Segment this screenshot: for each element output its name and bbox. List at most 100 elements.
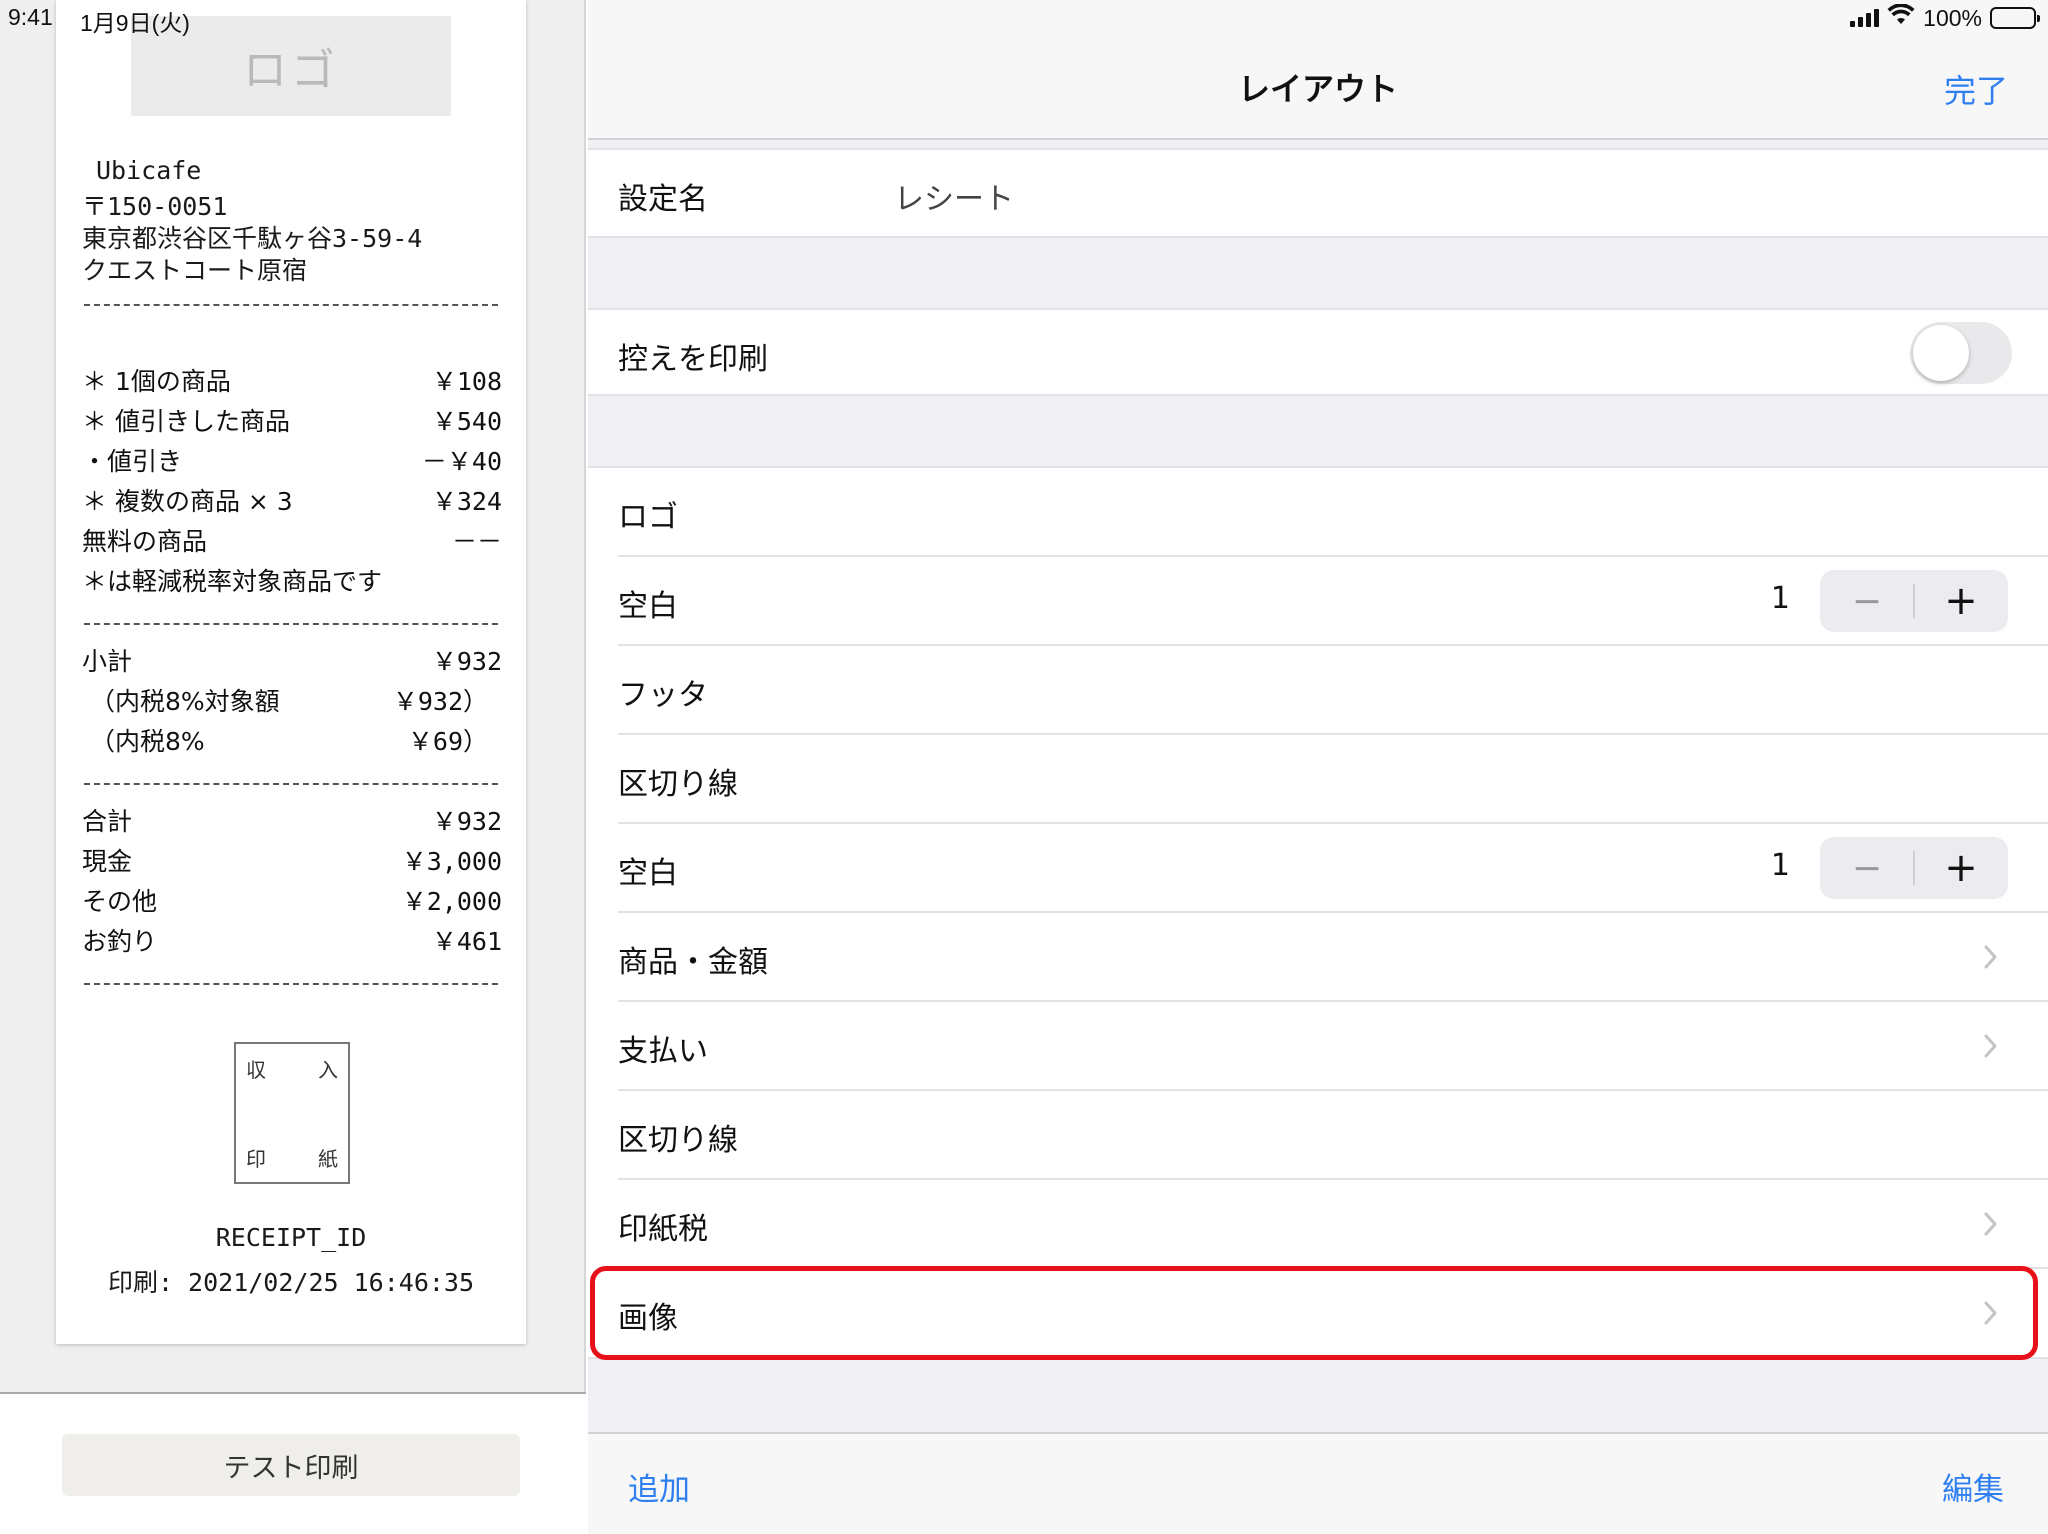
battery-percent: 100% xyxy=(1923,4,1982,31)
receipt-total-value: ￥932 xyxy=(431,807,502,836)
receipt-item-label: ＊ 1個の商品 xyxy=(82,367,231,396)
receipt-item-value: －￥40 xyxy=(421,447,502,476)
layout-row-divider[interactable]: 区切り線 xyxy=(588,1091,2048,1180)
preview-footer: テスト印刷 xyxy=(0,1392,586,1534)
page-title: レイアウト xyxy=(1237,70,1398,108)
receipt-subtotal-row: 小計 ￥932 xyxy=(82,642,502,676)
section-separator xyxy=(588,236,2048,238)
receipt-subtotal-label: （内税8% xyxy=(90,727,205,756)
receipt-subtotal-value: ￥932 xyxy=(431,647,502,676)
receipt-total-row: お釣り ￥461 xyxy=(82,922,502,956)
layout-row-items-amounts[interactable]: 商品・金額 xyxy=(588,913,2048,1002)
receipt-item-value: ￥108 xyxy=(431,367,502,396)
revenue-stamp-box: 収 入 印 紙 xyxy=(234,1042,350,1184)
increment-button[interactable]: + xyxy=(1914,837,2008,899)
store-zip: 〒150-0051 xyxy=(82,192,228,221)
receipt-subtotal-label: （内税8%対象額 xyxy=(90,687,280,716)
receipt-item-value: ￥324 xyxy=(431,487,502,516)
receipt-item-row: ＊ 1個の商品 ￥108 xyxy=(82,362,502,396)
highlight-annotation xyxy=(590,1266,2038,1360)
decrement-button[interactable]: − xyxy=(1820,570,1914,632)
receipt-preview-pane: ロゴ Ubicafe 〒150-0051 東京都渋谷区千駄ヶ谷3-59-4 クエ… xyxy=(0,0,586,1534)
battery-icon xyxy=(1990,7,2040,29)
store-address-line2: クエストコート原宿 xyxy=(82,256,308,285)
chevron-right-icon xyxy=(1976,943,2004,971)
wifi-icon xyxy=(1887,3,1915,32)
receipt-item-label: ・値引き xyxy=(82,447,183,476)
store-name: Ubicafe xyxy=(96,156,202,185)
section-separator xyxy=(588,394,2048,396)
receipt-subtotal-row: （内税8% ￥69） xyxy=(90,722,488,756)
receipt-tax-note: ＊は軽減税率対象商品です xyxy=(82,567,383,596)
cellular-signal-icon xyxy=(1850,9,1880,27)
receipt-item-row: 無料の商品 －－ xyxy=(82,522,502,556)
receipt-printed-at: 印刷: 2021/02/25 16:46:35 xyxy=(107,1268,475,1297)
receipt-total-label: 現金 xyxy=(82,847,133,876)
stamp-char: 印 xyxy=(246,1147,266,1171)
receipt-separator xyxy=(84,783,498,785)
receipt-total-label: 合計 xyxy=(82,807,133,836)
chevron-right-icon xyxy=(1976,1210,2004,1238)
receipt-item-row: ・値引き －￥40 xyxy=(82,442,502,476)
navigation-bar: 100% レイアウト 完了 xyxy=(588,0,2048,140)
receipt-item-row: ＊は軽減税率対象商品です xyxy=(82,562,502,596)
layout-row-divider[interactable]: 区切り線 xyxy=(588,735,2048,824)
decrement-button[interactable]: − xyxy=(1820,837,1914,899)
layout-row-blank[interactable]: 空白 1 − + xyxy=(588,557,2048,646)
receipt-separator xyxy=(84,623,498,625)
receipt-total-value: ￥3,000 xyxy=(401,847,502,876)
receipt-id: RECEIPT_ID xyxy=(215,1223,367,1252)
stamp-char: 収 xyxy=(246,1058,266,1082)
status-time: 9:41 xyxy=(8,4,53,30)
receipt-total-row: 合計 ￥932 xyxy=(82,802,502,836)
setting-name-label: 設定名 xyxy=(618,182,708,217)
layout-row-logo[interactable]: ロゴ xyxy=(588,468,2048,557)
layout-row-label: 区切り線 xyxy=(618,1123,738,1158)
receipt-total-value: ￥2,000 xyxy=(401,887,502,916)
receipt-item-value: ￥540 xyxy=(431,407,502,436)
receipt-item-row: ＊ 複数の商品 × 3 ￥324 xyxy=(82,482,502,516)
receipt-subtotal-value: ￥69） xyxy=(407,727,488,756)
receipt-item-label: ＊ 値引きした商品 xyxy=(82,407,290,436)
layout-row-footer[interactable]: フッタ xyxy=(588,646,2048,735)
receipt-subtotal-label: 小計 xyxy=(82,647,133,676)
blank-count-stepper: − + xyxy=(1820,570,2008,632)
blank-count-value: 1 xyxy=(1770,581,1790,616)
layout-row-label: 空白 xyxy=(618,589,678,624)
add-button[interactable]: 追加 xyxy=(628,1464,690,1509)
receipt-preview: ロゴ Ubicafe 〒150-0051 東京都渋谷区千駄ヶ谷3-59-4 クエ… xyxy=(56,0,526,1344)
receipt-item-value: －－ xyxy=(451,527,502,556)
receipt-separator xyxy=(84,983,498,985)
setting-name-value: レシート xyxy=(894,182,1014,217)
status-date: 1月9日(火) xyxy=(80,10,190,36)
edit-button[interactable]: 編集 xyxy=(1942,1464,2004,1509)
blank-count-stepper: − + xyxy=(1820,837,2008,899)
print-copy-toggle[interactable] xyxy=(1910,322,2012,384)
layout-row-label: 商品・金額 xyxy=(618,945,768,980)
test-print-button[interactable]: テスト印刷 xyxy=(62,1434,520,1496)
layout-row-label: 空白 xyxy=(618,856,678,891)
layout-row-label: 区切り線 xyxy=(618,767,738,802)
receipt-total-label: その他 xyxy=(82,887,158,916)
receipt-total-label: お釣り xyxy=(82,927,158,956)
receipt-item-row: ＊ 値引きした商品 ￥540 xyxy=(82,402,502,436)
store-address-line1: 東京都渋谷区千駄ヶ谷3-59-4 xyxy=(82,224,423,253)
layout-row-label: 印紙税 xyxy=(618,1212,708,1247)
setting-name-row[interactable]: 設定名 レシート xyxy=(588,150,2048,238)
layout-settings-pane: 100% レイアウト 完了 設定名 レシート 控えを印刷 ロゴ 空白 1 − +… xyxy=(588,0,2048,1534)
receipt-subtotal-row: （内税8%対象額 ￥932） xyxy=(90,682,488,716)
layout-row-blank[interactable]: 空白 1 − + xyxy=(588,824,2048,913)
receipt-total-row: その他 ￥2,000 xyxy=(82,882,502,916)
layout-row-stamp-tax[interactable]: 印紙税 xyxy=(588,1180,2048,1269)
layout-row-label: フッタ xyxy=(618,678,708,713)
layout-row-payment[interactable]: 支払い xyxy=(588,1002,2048,1091)
receipt-item-label: ＊ 複数の商品 × 3 xyxy=(82,487,293,516)
receipt-total-row: 現金 ￥3,000 xyxy=(82,842,502,876)
increment-button[interactable]: + xyxy=(1914,570,2008,632)
stamp-char: 紙 xyxy=(318,1147,338,1171)
status-indicators: 100% xyxy=(1850,3,2040,32)
stamp-char: 入 xyxy=(318,1058,338,1082)
receipt-item-label: 無料の商品 xyxy=(82,527,208,556)
done-button[interactable]: 完了 xyxy=(1944,66,2008,112)
bottom-toolbar: 追加 編集 xyxy=(588,1432,2048,1534)
